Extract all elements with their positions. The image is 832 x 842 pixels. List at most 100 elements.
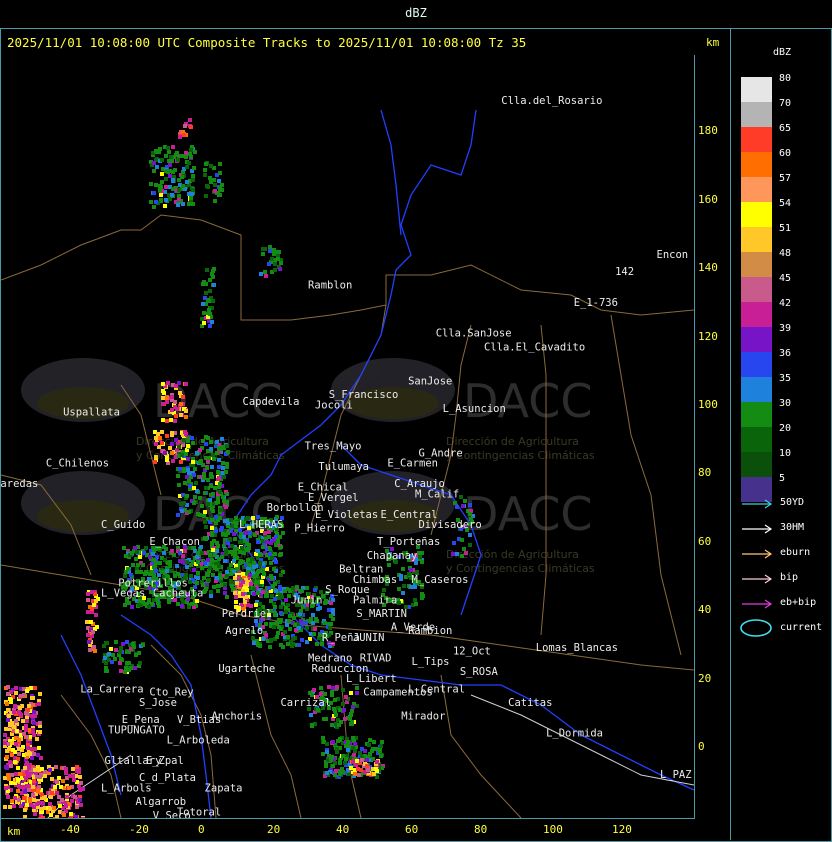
echo-pixel [455, 552, 459, 556]
echo-pixel [193, 467, 197, 471]
echo-pixel [309, 713, 313, 717]
echo-pixel [209, 178, 213, 182]
echo-pixel [14, 686, 18, 690]
echo-pixel [137, 603, 141, 607]
radar-map-panel[interactable]: DACC Dirección de Agriculturay Contingenc… [1, 55, 695, 819]
echo-pixel [343, 761, 347, 765]
echo-pixel [420, 596, 424, 600]
legend-swatch-label: 10 [779, 448, 792, 459]
echo-pixel [21, 785, 25, 789]
echo-pixel [170, 451, 174, 455]
echo-pixel [331, 740, 335, 744]
echo-pixel [209, 164, 213, 168]
echo-pixel [148, 572, 152, 576]
echo-pixel [211, 453, 215, 457]
echo-pixel [19, 694, 23, 698]
x-tick-label: 120 [612, 823, 632, 836]
echo-pixel [10, 799, 14, 803]
echo-pixel [238, 540, 242, 544]
echo-pixel [365, 764, 369, 768]
echo-pixel [18, 772, 22, 776]
echo-pixel [124, 554, 128, 558]
echo-pixel [121, 642, 125, 646]
echo-pixel [273, 611, 277, 615]
echo-pixel [244, 531, 248, 535]
legend-swatch-label: 39 [779, 323, 792, 334]
echo-pixel [41, 816, 45, 818]
echo-pixel [92, 645, 96, 649]
echo-pixel [331, 608, 335, 612]
echo-pixel [164, 185, 168, 189]
echo-pixel [170, 431, 174, 435]
echo-pixel [407, 572, 411, 576]
legend-swatch [741, 377, 772, 402]
echo-pixel [219, 576, 223, 580]
echo-pixel [181, 184, 185, 188]
echo-pixel [217, 446, 221, 450]
legend-swatch [741, 452, 772, 477]
echo-pixel [461, 504, 465, 508]
echo-pixel [220, 437, 224, 441]
echo-pixel [268, 645, 272, 649]
place-label: S_Jose [139, 697, 177, 709]
echo-pixel [43, 774, 47, 778]
echo-pixel [90, 590, 94, 594]
echo-pixel [14, 691, 18, 695]
echo-pixel [75, 765, 79, 769]
echo-pixel [37, 702, 41, 706]
place-label: C_Guido [101, 519, 145, 531]
echo-pixel [252, 561, 256, 565]
echo-pixel [291, 586, 295, 590]
legend-swatch [741, 252, 772, 277]
department-border [610, 314, 682, 656]
echo-pixel [70, 799, 74, 803]
echo-pixel [183, 124, 187, 128]
echo-pixel [209, 484, 213, 488]
echo-pixel [198, 460, 202, 464]
echo-pixel [203, 510, 207, 514]
radar-map[interactable]: DACC Dirección de Agriculturay Contingenc… [1, 55, 694, 818]
echo-pixel [141, 600, 145, 604]
echo-pixel [158, 436, 162, 440]
echo-pixel [201, 583, 205, 587]
x-tick-label: 80 [474, 823, 488, 836]
echo-pixel [278, 587, 282, 591]
echo-pixel [86, 633, 90, 637]
echo-pixel [327, 685, 331, 689]
echo-pixel [212, 457, 216, 461]
echo-pixel [276, 631, 280, 635]
echo-pixel [139, 570, 143, 574]
echo-pixel [221, 466, 225, 470]
echo-pixel [49, 813, 53, 817]
echo-pixel [272, 625, 276, 629]
echo-pixel [12, 725, 16, 729]
echo-pixel [27, 704, 31, 708]
legend-swatch-label: 70 [779, 98, 792, 109]
echo-pixel [263, 531, 267, 535]
echo-pixel [268, 552, 272, 556]
echo-pixel [279, 611, 283, 615]
echo-pixel [299, 609, 303, 613]
echo-pixel [141, 563, 145, 567]
echo-pixel [278, 553, 282, 557]
echo-pixel [342, 708, 346, 712]
echo-pixel [213, 553, 217, 557]
echo-pixel [333, 773, 337, 777]
echo-pixel [343, 717, 347, 721]
echo-pixel [173, 168, 177, 172]
echo-pixel [216, 544, 220, 548]
echo-pixel [203, 520, 207, 524]
echo-pixel [365, 758, 369, 762]
echo-pixel [284, 610, 288, 614]
echo-pixel [195, 599, 199, 603]
department-border [540, 324, 547, 636]
river [60, 634, 122, 796]
echo-pixel [168, 169, 172, 173]
echo-pixel [273, 605, 277, 609]
echo-pixel [330, 690, 334, 694]
echo-pixel [295, 585, 299, 589]
echo-pixel [345, 744, 349, 748]
echo-pixel [226, 450, 230, 454]
echo-pixel [259, 553, 263, 557]
echo-pixel [208, 498, 212, 502]
